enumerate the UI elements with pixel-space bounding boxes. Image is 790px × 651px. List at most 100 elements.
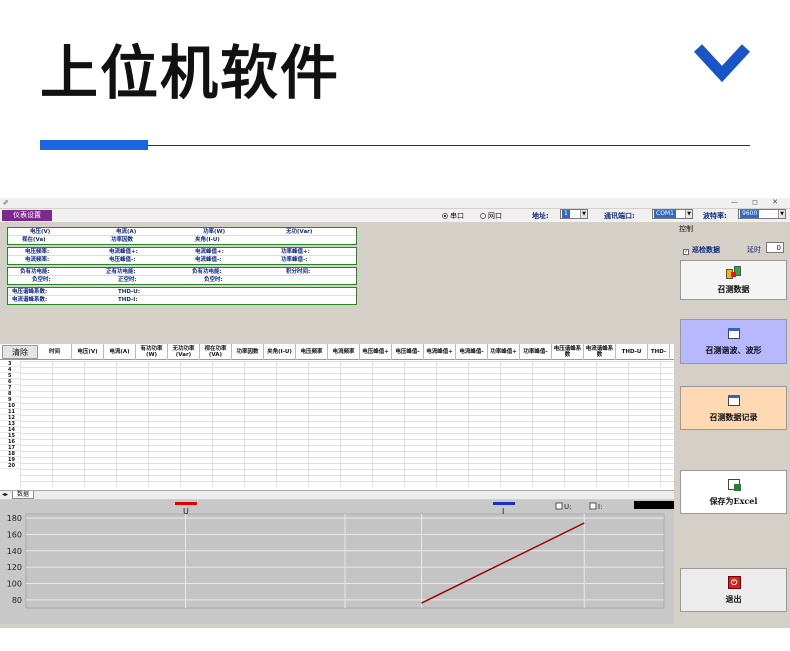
accent-bar xyxy=(40,140,148,150)
u-legend-label: U xyxy=(183,507,189,516)
page-title: 上位机软件 xyxy=(40,39,341,107)
fetch-data-label: 召测数据 xyxy=(717,283,750,294)
column-header[interactable]: THD-U xyxy=(616,344,648,360)
u-checkbox xyxy=(555,502,563,510)
i-marker xyxy=(493,502,515,505)
i-check-label: I: xyxy=(598,503,602,511)
u-check-label: U: xyxy=(564,503,571,511)
column-header[interactable]: 电压频率 xyxy=(296,344,328,360)
column-header[interactable]: 电流峰值- xyxy=(456,344,488,360)
meas-row: 电压频率: 电流峰值+: 电流峰值+: 功率峰值+: xyxy=(8,248,356,256)
y-tick-label: 160 xyxy=(7,530,22,539)
control-title: 控制 xyxy=(679,225,693,233)
port-select[interactable]: COM1 ▼ xyxy=(652,209,693,219)
exit-icon: ⏻ xyxy=(726,575,742,590)
clear-button[interactable]: 清除 xyxy=(2,345,38,359)
column-header[interactable]: 电压峰值- xyxy=(392,344,424,360)
meas-row: 负空时: 正空时: 负空时: xyxy=(32,277,223,283)
meas-group-harmonic: 电压谐峰系数: THD-U: 电流谐峰系数: THD-I: xyxy=(7,287,357,305)
column-header[interactable]: 功率峰值+ xyxy=(488,344,520,360)
column-header[interactable]: 电压峰值+ xyxy=(360,344,392,360)
page: 上位机软件 ✐ — ◻ ✕ 仪表设置 串口 网口 地址: 1 ▼ 通讯端口: C… xyxy=(0,0,790,651)
measurement-panel: 电压(V) 电流(A) 功率(W) 无功(Var) 视在(Va) 功率因数 夹角… xyxy=(0,223,674,343)
meas-row: 负有功电能: 正有功电能: 负有功电能: 积分时间: xyxy=(8,268,356,276)
poll-checkbox[interactable]: ✓ 巡检数据 xyxy=(683,245,720,255)
baud-value: 9600 xyxy=(740,210,760,218)
value-display xyxy=(634,501,674,509)
u-marker xyxy=(175,502,197,505)
radio-serial[interactable]: 串口 xyxy=(442,211,464,221)
chevron-down-icon[interactable] xyxy=(694,42,750,86)
table-header: 时间 电压(V) 电流(A) 有功功率(W) 无功功率(Var) 视在功率(VA) 功率因数… xyxy=(0,344,674,360)
meas-row: 电流频率: 电压峰值-: 电流峰值-: 功率峰值-: xyxy=(25,257,308,263)
column-header[interactable]: 视在功率(VA) xyxy=(200,344,232,360)
fetch-records-label: 召测数据记录 xyxy=(709,411,758,422)
meas-row: 视在(Va) 功率因数 夹角(I-U) xyxy=(22,237,220,243)
dropdown-arrow-icon: ▼ xyxy=(580,210,587,218)
excel-icon xyxy=(726,478,742,492)
sheet-tab-data[interactable]: 数据 xyxy=(12,491,35,499)
meas-row: 电流谐峰系数: THD-I: xyxy=(12,297,138,303)
row-number: 20 xyxy=(0,463,20,469)
address-label: 地址: xyxy=(532,212,549,220)
sheet-tab-bar: ◂▸ 数据 xyxy=(0,490,674,499)
i-checkbox xyxy=(589,502,597,510)
y-tick-label: 100 xyxy=(7,579,22,588)
column-header[interactable]: 有功功率(W) xyxy=(136,344,168,360)
meas-group-energy: 负有功电能: 正有功电能: 负有功电能: 积分时间: 负空时: 正空时: 负空时… xyxy=(7,267,357,285)
radio-network[interactable]: 网口 xyxy=(480,211,502,221)
fetch-data-button[interactable]: 召测数据 xyxy=(680,260,787,300)
chart-panel: 80 100 120 140 160 180 U I U: I: xyxy=(0,500,674,624)
app-window: ✐ — ◻ ✕ 仪表设置 串口 网口 地址: 1 ▼ 通讯端口: COM1 ▼ … xyxy=(0,198,790,628)
save-excel-button[interactable]: 保存为Excel xyxy=(680,470,787,514)
address-select[interactable]: 1 ▼ xyxy=(560,209,588,219)
radio-network-label: 网口 xyxy=(488,212,502,220)
window-icon xyxy=(726,327,742,341)
fetch-icon xyxy=(725,265,742,280)
harmonic-waveform-label: 召测谐波、波形 xyxy=(705,345,762,355)
meas-row: 电压(V) 电流(A) 功率(W) 无功(Var) xyxy=(8,228,356,236)
sheet-nav-icon[interactable]: ◂▸ xyxy=(2,491,8,498)
harmonic-waveform-button[interactable]: 召测谐波、波形 xyxy=(680,319,787,364)
column-header[interactable]: 电压(V) xyxy=(72,344,104,360)
radio-dot-icon xyxy=(480,213,486,219)
dropdown-arrow-icon: ▼ xyxy=(685,210,692,218)
column-header[interactable]: 功率峰值- xyxy=(520,344,552,360)
check-icon: ✓ xyxy=(683,249,689,255)
window-icon xyxy=(726,394,742,408)
baud-select[interactable]: 9600 ▼ xyxy=(738,209,786,219)
window-controls[interactable]: — ◻ ✕ xyxy=(731,198,784,206)
save-excel-label: 保存为Excel xyxy=(709,495,758,506)
meas-group-freq: 电压频率: 电流峰值+: 电流峰值+: 功率峰值+: 电流频率: 电压峰值-: … xyxy=(7,247,357,265)
column-header[interactable]: 无功功率(Var) xyxy=(168,344,200,360)
column-header[interactable]: 电流频率 xyxy=(328,344,360,360)
exit-label: 退出 xyxy=(725,593,742,604)
address-value: 1 xyxy=(562,210,570,218)
data-table[interactable]: 时间 电压(V) 电流(A) 有功功率(W) 无功功率(Var) 视在功率(VA) 功率因数… xyxy=(0,344,674,494)
table-grid[interactable] xyxy=(20,361,674,487)
toolbar: 仪表设置 串口 网口 地址: 1 ▼ 通讯端口: COM1 ▼ 波特率: 960… xyxy=(0,209,790,222)
column-header[interactable]: 功率因数 xyxy=(232,344,264,360)
title-bar: ✐ — ◻ ✕ xyxy=(0,198,790,208)
column-header[interactable]: 电流峰值+ xyxy=(424,344,456,360)
column-header[interactable]: 电流谐峰系数 xyxy=(584,344,616,360)
delay-input[interactable]: 0 xyxy=(766,242,784,253)
dropdown-arrow-icon: ▼ xyxy=(778,210,785,218)
control-panel: 控制 ✓ 巡检数据 延时 0 召测数据 召测谐波、波形 召测数据记录 保存为Ex… xyxy=(676,223,790,628)
y-tick-label: 80 xyxy=(12,596,22,605)
column-header[interactable]: 夹角(I-U) xyxy=(264,344,296,360)
delay-label: 延时 xyxy=(747,246,761,254)
column-header[interactable]: 时间 xyxy=(38,344,72,360)
port-label: 通讯端口: xyxy=(604,212,635,220)
column-header[interactable]: THD- xyxy=(648,344,670,360)
i-legend-label: I xyxy=(502,507,504,516)
column-header[interactable]: 电压谐峰系数 xyxy=(552,344,584,360)
y-tick-label: 180 xyxy=(7,514,22,523)
fetch-records-button[interactable]: 召测数据记录 xyxy=(680,386,787,430)
meas-row: 电压谐峰系数: THD-U: xyxy=(8,288,356,296)
column-header[interactable]: 电流(A) xyxy=(104,344,136,360)
line-chart: 80 100 120 140 160 180 U I U: I: xyxy=(7,501,674,609)
meter-settings-button[interactable]: 仪表设置 xyxy=(2,210,52,221)
baud-label: 波特率: xyxy=(703,212,727,220)
exit-button[interactable]: ⏻ 退出 xyxy=(680,568,787,612)
